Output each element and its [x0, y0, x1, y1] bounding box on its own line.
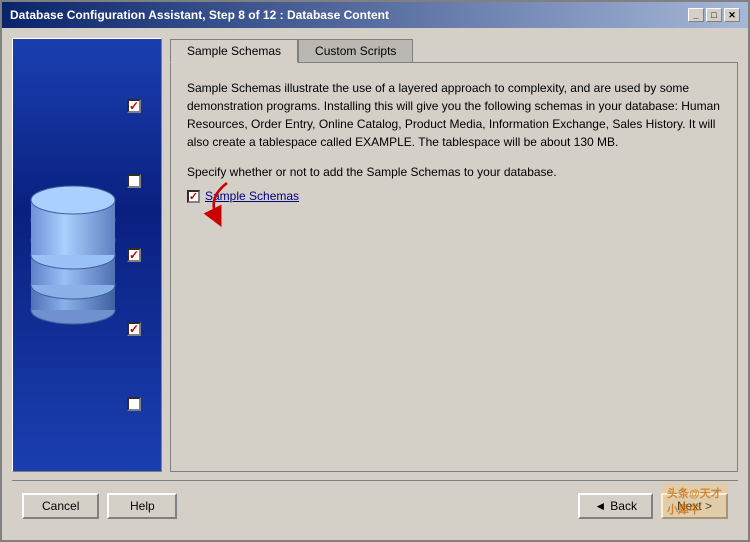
- left-checkbox-5[interactable]: [127, 397, 141, 411]
- title-bar-buttons: _ □ ✕: [688, 8, 740, 22]
- title-bar: Database Configuration Assistant, Step 8…: [2, 2, 748, 28]
- tab-content: Sample Schemas illustrate the use of a l…: [170, 62, 738, 472]
- help-button[interactable]: Help: [107, 493, 177, 519]
- database-image: [23, 155, 123, 355]
- tab-sample-schemas[interactable]: Sample Schemas: [170, 39, 298, 63]
- close-button[interactable]: ✕: [724, 8, 740, 22]
- footer-right-buttons: ◄ Back Next > 头条@天才小犀牛: [578, 493, 728, 519]
- tabs: Sample Schemas Custom Scripts: [170, 38, 738, 62]
- annotation-area: [187, 213, 721, 253]
- tab-custom-scripts[interactable]: Custom Scripts: [298, 39, 413, 63]
- left-checkbox-3[interactable]: [127, 248, 141, 262]
- left-checkbox-2[interactable]: [127, 174, 141, 188]
- minimize-button[interactable]: _: [688, 8, 704, 22]
- window-title: Database Configuration Assistant, Step 8…: [10, 8, 389, 22]
- description-text: Sample Schemas illustrate the use of a l…: [187, 79, 721, 151]
- cancel-button[interactable]: Cancel: [22, 493, 99, 519]
- maximize-button[interactable]: □: [706, 8, 722, 22]
- left-checkbox-1[interactable]: [127, 99, 141, 113]
- watermark: 头条@天才小犀牛: [661, 483, 728, 519]
- sample-schemas-option: Sample Schemas: [187, 189, 721, 203]
- back-arrow-icon: ◄: [594, 499, 606, 513]
- window-body: Sample Schemas Custom Scripts Sample Sch…: [2, 28, 748, 540]
- back-button[interactable]: ◄ Back: [578, 493, 653, 519]
- main-area: Sample Schemas Custom Scripts Sample Sch…: [12, 38, 738, 472]
- left-panel: [12, 38, 162, 472]
- red-arrow: [197, 178, 257, 228]
- left-checkbox-4[interactable]: [127, 322, 141, 336]
- main-window: Database Configuration Assistant, Step 8…: [0, 0, 750, 542]
- footer: Cancel Help ◄ Back Next > 头条@天才小犀牛: [12, 480, 738, 530]
- right-panel: Sample Schemas Custom Scripts Sample Sch…: [170, 38, 738, 472]
- footer-left-buttons: Cancel Help: [22, 493, 177, 519]
- left-checkboxes: [127, 39, 141, 471]
- specify-text: Specify whether or not to add the Sample…: [187, 165, 721, 179]
